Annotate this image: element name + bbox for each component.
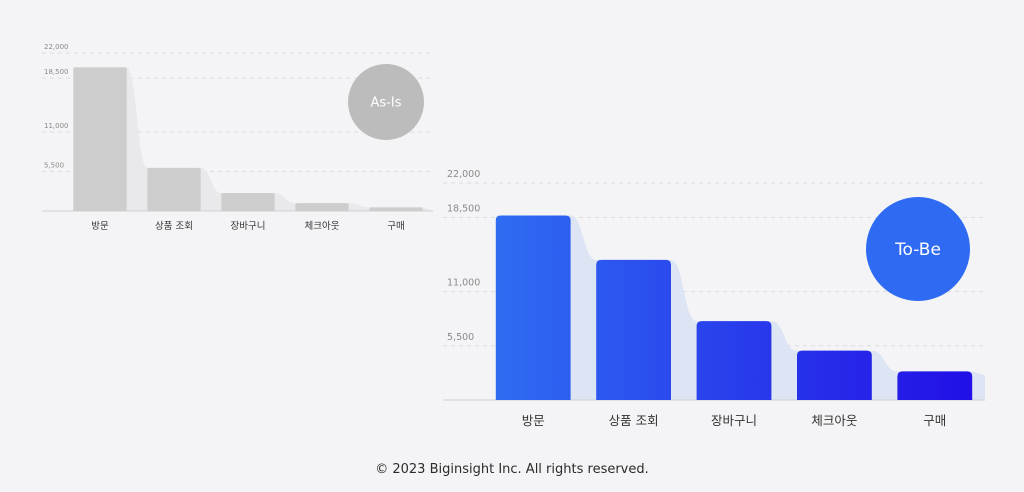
x-category-label: 체크아웃 bbox=[305, 221, 340, 232]
funnel-charts: 5,50011,00018,50022,000방문 상품 조회 장바구니 체크아웃 구매… bbox=[42, 43, 985, 428]
x-category-label: 체크아웃 bbox=[811, 413, 857, 428]
x-category-label: 방문 bbox=[522, 413, 545, 428]
y-tick-label: 22,000 bbox=[447, 169, 480, 180]
y-tick-label: 22,000 bbox=[44, 43, 69, 51]
bar bbox=[73, 67, 127, 211]
bar bbox=[495, 215, 571, 400]
copyright-footer: © 2023 Biginsight Inc. All rights reserv… bbox=[375, 462, 649, 477]
x-category-label: 상품 조회 bbox=[155, 221, 193, 232]
bar bbox=[147, 167, 201, 211]
bar bbox=[295, 203, 349, 211]
bar bbox=[696, 321, 772, 400]
y-tick-label: 5,500 bbox=[447, 332, 474, 343]
y-tick-label: 18,500 bbox=[44, 68, 69, 76]
y-tick-label: 18,500 bbox=[447, 204, 480, 215]
bar bbox=[596, 259, 671, 400]
bar bbox=[369, 207, 423, 211]
y-tick-label: 5,500 bbox=[44, 162, 64, 170]
x-category-label: 장바구니 bbox=[231, 221, 266, 232]
badge-label: As-Is bbox=[371, 96, 402, 111]
as-is-chart: 5,500 11,000 18,500 22,000 방문 상품 조회 장바구니 체크아웃 구매… bbox=[42, 43, 434, 232]
bar bbox=[797, 350, 872, 400]
x-category-label: 구매 bbox=[387, 221, 404, 232]
x-category-label: 상품 조회 bbox=[609, 413, 659, 428]
x-category-label: 방문 bbox=[91, 221, 109, 232]
x-category-label: 장바구니 bbox=[711, 413, 757, 428]
to-be-chart: 5,500 11,000 18,500 22,000 방문 상품 조회 장바구니 체크아웃 구매… bbox=[443, 169, 985, 428]
y-tick-label: 11,000 bbox=[447, 278, 480, 289]
bar bbox=[897, 371, 973, 400]
x-category-label: 구매 bbox=[923, 413, 946, 428]
y-tick-label: 11,000 bbox=[44, 122, 69, 130]
badge-label: To-Be bbox=[894, 240, 941, 260]
bar bbox=[221, 193, 275, 211]
